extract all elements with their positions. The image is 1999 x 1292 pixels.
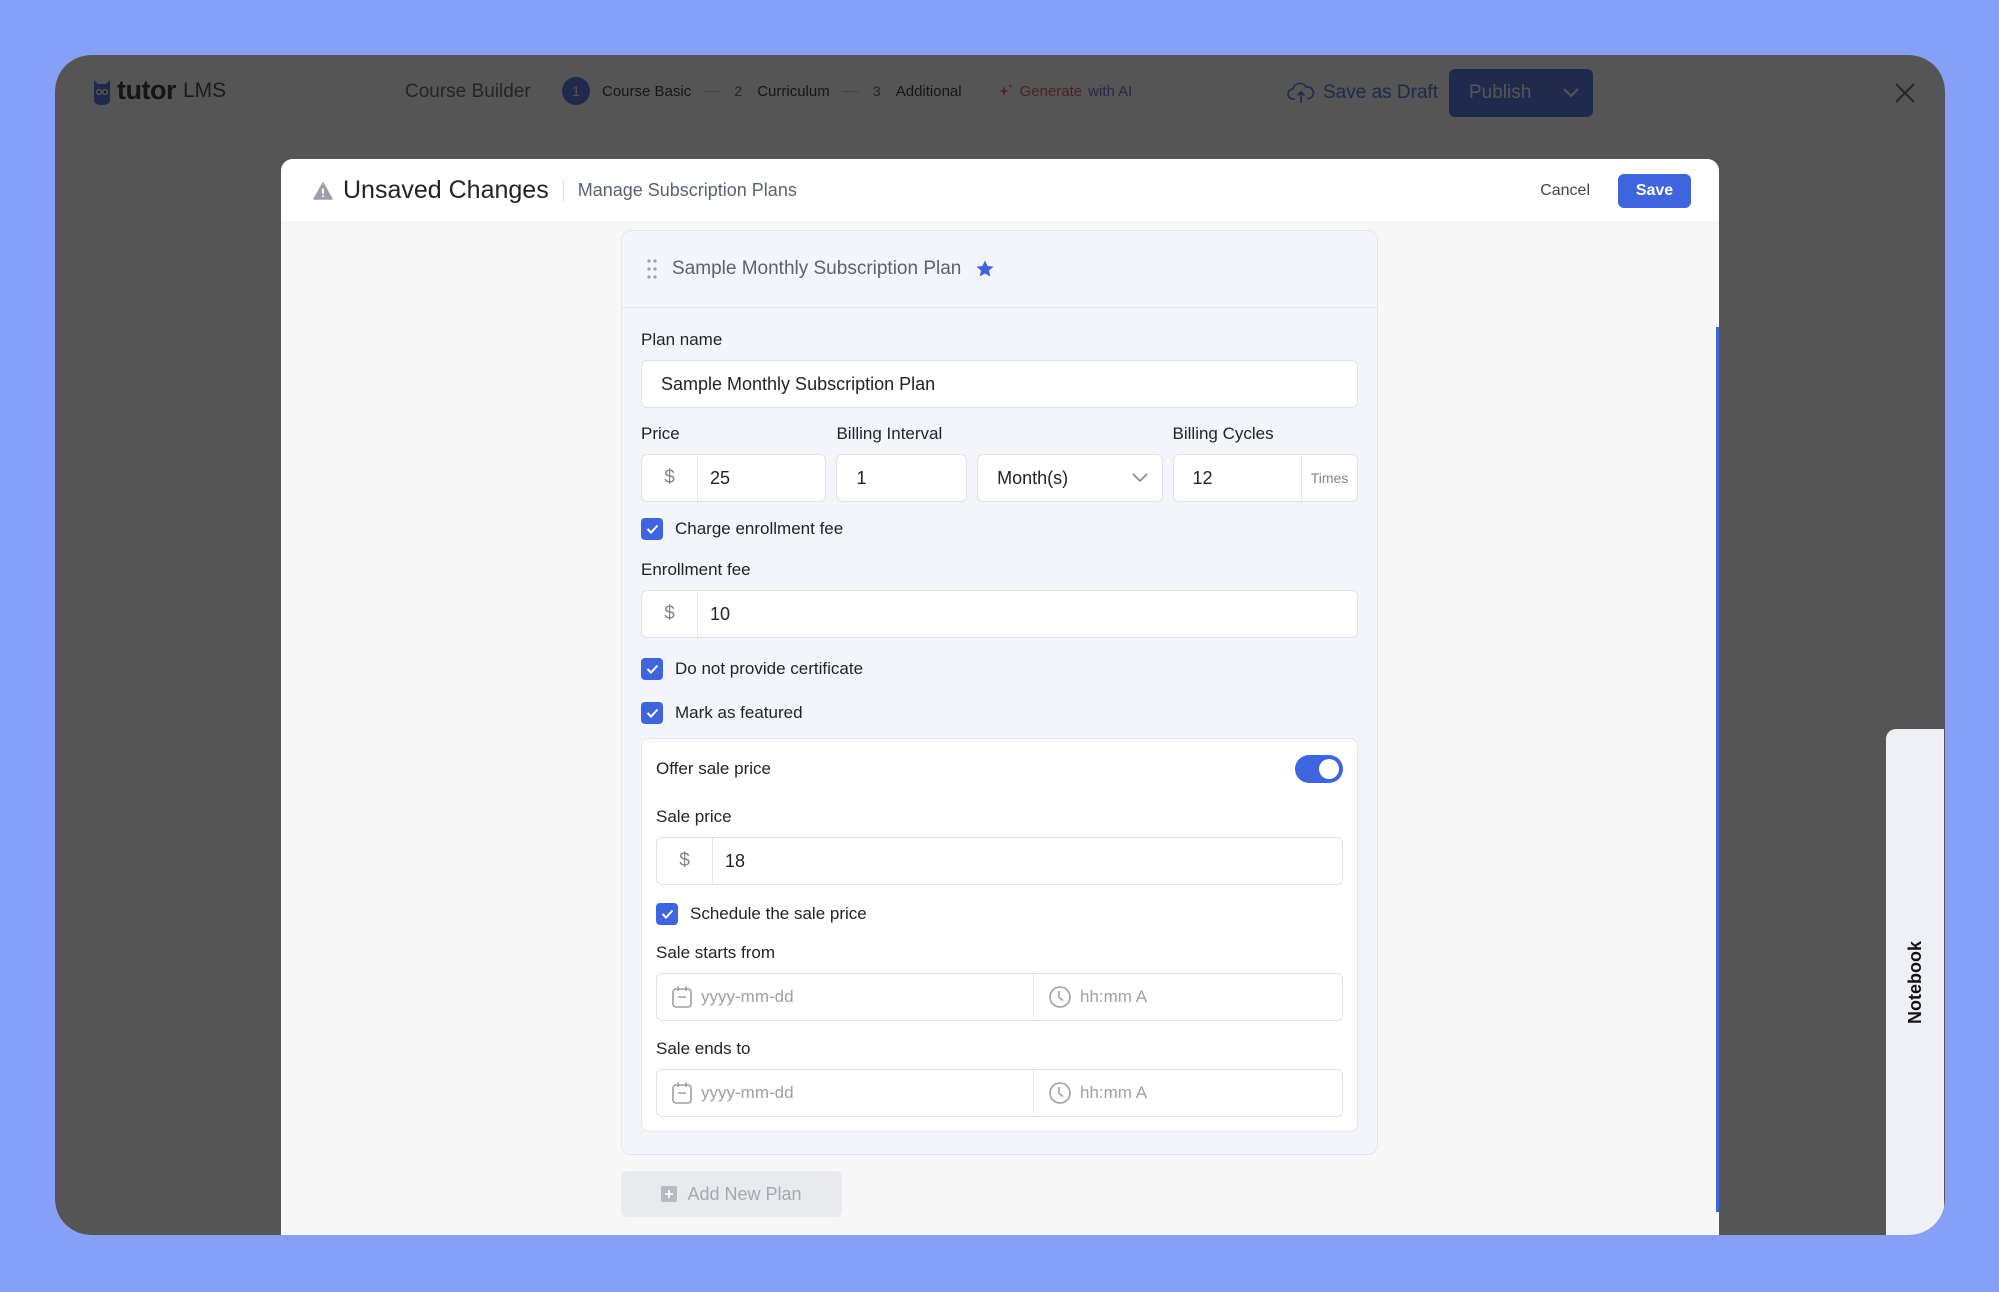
mark-featured-checkbox[interactable] [641,702,663,724]
billing-unit-value: Month(s) [997,467,1069,488]
billing-cycles-label: Billing Cycles [1172,424,1274,443]
time-placeholder: hh:mm A [1080,1083,1148,1102]
sale-starts-date-input[interactable]: yyyy-mm-dd [657,974,1034,1020]
no-certificate-checkbox-row[interactable]: Do not provide certificate [641,658,1358,680]
no-certificate-checkbox[interactable] [641,658,663,680]
modal-title: Unsaved Changes [343,176,549,204]
price-label: Price [641,424,680,443]
sale-price-label: Sale price [656,807,732,826]
enrollment-fee-value: 10 [710,603,731,624]
warning-icon [313,181,333,200]
charge-enrollment-checkbox[interactable] [641,518,663,540]
enrollment-fee-label: Enrollment fee [641,560,751,579]
clock-icon [1049,1082,1071,1104]
billing-interval-label: Billing Interval [836,424,943,443]
billing-interval-value: 1 [856,467,867,488]
mark-featured-checkbox-row[interactable]: Mark as featured [641,702,1358,724]
checkmark-icon [646,708,658,718]
plan-name-value: Sample Monthly Subscription Plan [661,373,936,394]
times-suffix: Times [1300,455,1357,501]
sale-ends-time-input[interactable]: hh:mm A [1034,1070,1342,1116]
sale-price-section: Offer sale price Sale price $ 18 Schedul… [641,738,1358,1132]
sale-ends-label: Sale ends to [656,1039,751,1058]
billing-unit-label-spacer [977,424,1162,444]
notebook-label: Notebook [1904,940,1925,1024]
billing-interval-input[interactable]: 1 [836,454,968,502]
currency-prefix: $ [642,455,698,501]
plan-name-label: Plan name [641,330,723,349]
sale-starts-datetime: yyyy-mm-dd hh:mm A [656,973,1343,1021]
modal-scrollbar[interactable] [1716,327,1719,1212]
schedule-sale-checkbox[interactable] [656,903,678,925]
add-new-plan-button[interactable]: Add New Plan [621,1171,842,1217]
offer-sale-label: Offer sale price [656,759,771,778]
save-button[interactable]: Save [1618,173,1691,208]
sale-price-value: 18 [725,850,746,871]
mark-featured-label: Mark as featured [675,703,803,722]
modal-subtitle: Manage Subscription Plans [577,180,797,200]
no-certificate-label: Do not provide certificate [675,659,864,678]
billing-unit-select[interactable]: Month(s) [977,454,1163,502]
billing-cycles-value: 12 [1192,467,1213,488]
price-billing-row: Price $ 25 Billing Interval 1 Month(s) B… [641,424,1358,502]
offer-sale-toggle[interactable] [1295,755,1343,783]
add-new-plan-label: Add New Plan [687,1183,802,1204]
enrollment-fee-input[interactable]: $ 10 [641,590,1358,638]
modal-header: Unsaved Changes Manage Subscription Plan… [281,159,1719,223]
billing-cycles-input[interactable]: 12 Times [1172,454,1358,502]
price-value: 25 [710,467,731,488]
checkmark-icon [661,909,673,919]
currency-prefix: $ [657,838,713,884]
schedule-sale-checkbox-row[interactable]: Schedule the sale price [656,903,1343,925]
plan-card: Sample Monthly Subscription Plan Plan na… [621,230,1378,1155]
schedule-sale-label: Schedule the sale price [690,904,867,923]
sale-price-input[interactable]: $ 18 [656,837,1343,885]
notebook-tab[interactable]: Notebook [1886,729,1944,1235]
drag-handle-icon[interactable] [646,258,658,280]
date-placeholder: yyyy-mm-dd [701,987,794,1006]
plan-card-header[interactable]: Sample Monthly Subscription Plan [622,231,1377,308]
clock-icon [1049,986,1071,1008]
sale-ends-datetime: yyyy-mm-dd hh:mm A [656,1069,1343,1117]
subscription-plans-modal: Unsaved Changes Manage Subscription Plan… [281,159,1719,1235]
title-divider [562,179,564,202]
charge-enrollment-checkbox-row[interactable]: Charge enrollment fee [641,518,1358,540]
plus-square-icon [661,1186,678,1202]
sale-starts-time-input[interactable]: hh:mm A [1034,974,1342,1020]
calendar-icon [672,1082,692,1104]
calendar-icon [672,986,692,1008]
sale-starts-label: Sale starts from [656,943,776,962]
currency-prefix: $ [642,591,698,637]
featured-star-icon [976,260,994,277]
price-input[interactable]: $ 25 [641,454,827,502]
cancel-button[interactable]: Cancel [1526,174,1604,208]
chevron-down-icon [1131,473,1148,483]
date-placeholder: yyyy-mm-dd [701,1083,794,1102]
checkmark-icon [646,524,658,534]
checkmark-icon [646,664,658,674]
plan-form: Plan name Sample Monthly Subscription Pl… [622,308,1377,1132]
time-placeholder: hh:mm A [1080,987,1148,1006]
charge-enrollment-label: Charge enrollment fee [675,519,844,538]
plan-card-title: Sample Monthly Subscription Plan [672,258,962,279]
sale-ends-date-input[interactable]: yyyy-mm-dd [657,1070,1034,1116]
plan-name-input[interactable]: Sample Monthly Subscription Plan [641,360,1358,408]
